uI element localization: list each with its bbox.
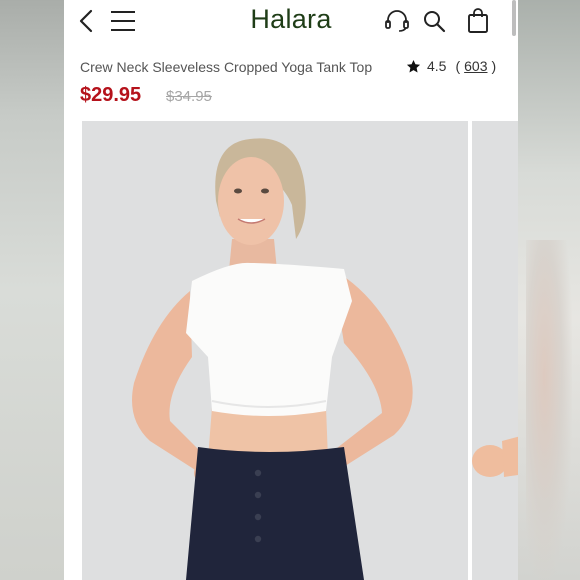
bag-icon: [468, 8, 488, 33]
review-count-link[interactable]: 603: [464, 58, 487, 74]
customer-service-button[interactable]: [382, 6, 412, 36]
model-photo: [132, 138, 413, 580]
original-price: $34.95: [166, 88, 212, 105]
review-count-group[interactable]: (603): [455, 58, 496, 74]
app-screen: Halara Crew Neck Sleeveless Cropped Yoga…: [64, 0, 518, 580]
scrollbar[interactable]: [512, 0, 516, 36]
blurred-figure: [526, 240, 572, 580]
product-rating[interactable]: 4.5 (603): [406, 58, 496, 74]
sale-price: $29.95: [80, 84, 142, 106]
product-image-carousel[interactable]: [82, 121, 518, 580]
rating-value: 4.5: [427, 58, 447, 74]
review-count-open: (: [455, 58, 461, 74]
product-title: Crew Neck Sleeveless Cropped Yoga Tank T…: [80, 59, 373, 75]
review-count-close: ): [491, 58, 497, 74]
shopping-bag-button[interactable]: [463, 6, 493, 36]
product-image-main[interactable]: [82, 121, 468, 580]
menu-button[interactable]: [108, 6, 138, 36]
back-icon: [79, 9, 93, 33]
blurred-background-left: [0, 0, 64, 580]
star-icon: [406, 59, 421, 74]
brand-logo[interactable]: Halara: [228, 4, 354, 35]
next-photo-hand: [472, 436, 518, 477]
headset-icon: [385, 10, 409, 32]
search-icon: [424, 11, 446, 33]
blurred-background-right: [518, 0, 580, 580]
product-image-next[interactable]: [472, 121, 518, 580]
back-button[interactable]: [72, 6, 102, 36]
top-navigation-bar: Halara: [64, 0, 518, 42]
search-button[interactable]: [419, 6, 449, 36]
menu-icon: [111, 11, 135, 31]
